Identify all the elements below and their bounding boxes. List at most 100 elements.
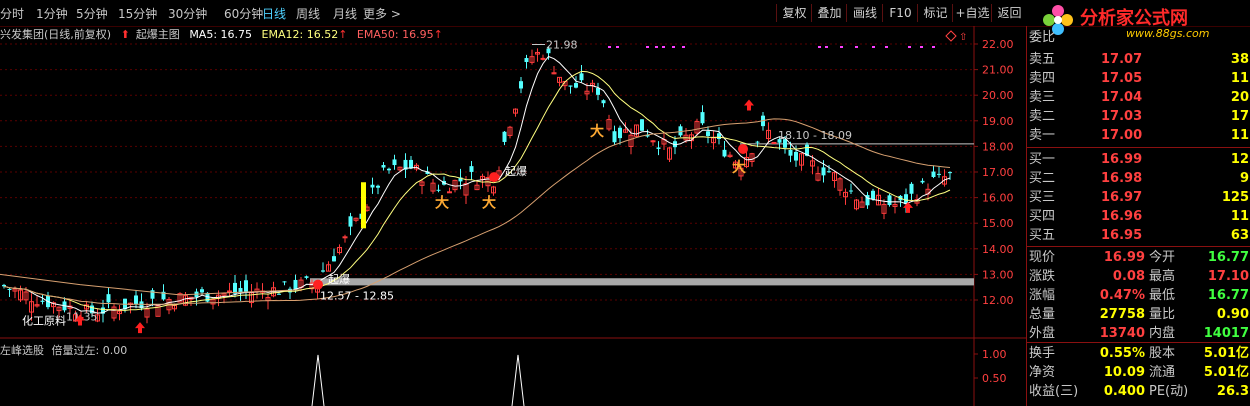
candle-body [948,172,952,174]
tab-2[interactable]: 5分钟 [76,5,108,22]
candle-body [304,276,309,278]
up-arrow-icon [744,99,754,111]
tab-0[interactable]: 分时 [0,5,24,22]
toolbar-button-0[interactable]: 复权 [776,4,812,22]
marker-dot [885,46,888,48]
stat-row: 总量 27758 量比 0.90 [1029,307,1249,322]
toolbar-button-2[interactable]: 画线 [846,4,883,22]
stat-row: 外盘 13740 内盘 14017 [1029,326,1249,341]
candle-body [392,159,397,166]
candle-body [436,189,441,191]
kline-chart[interactable]: 22.00 21.00 20.00 19.00 18.00 17.00 16.00 15.00… [0,26,1026,406]
candle-body [409,159,413,169]
indicator-value: 倍量过左: 0.00 [51,344,128,357]
candle-body [909,183,914,194]
candle-body [106,294,111,303]
toolbar-button-4[interactable]: 标记 [917,4,953,22]
tab-9[interactable]: 更多 > [363,5,401,22]
indicator-spike [311,354,325,406]
candle-body [568,85,573,87]
ask-row: 卖四 17.05 11 [1029,71,1249,86]
candle-body [640,119,644,131]
stat-row: 净资 10.09 流通 5.01亿 [1029,365,1249,380]
marker-dot [840,46,843,48]
tab-8[interactable]: 月线 [333,5,357,22]
divider [1027,246,1250,247]
toolbar-button-1[interactable]: 叠加 [811,4,847,22]
toolbar-button-3[interactable]: F10 [882,4,918,22]
candle-body [447,191,452,194]
candle-body [700,112,705,124]
bid-row: 买二 16.98 9 [1029,171,1249,186]
candle-body [332,256,336,262]
support-label: 12.57 - 12.85 [320,289,394,302]
price-tick-label: 14.00 [982,243,1014,256]
marker-dot [608,46,611,48]
toolbar-button-5[interactable]: +自选 [952,4,992,22]
candle-body [342,236,348,239]
price-tick-label: 16.00 [982,192,1014,205]
price-tick-label: 19.00 [982,115,1014,128]
signal-dot [489,172,499,183]
candle-body [293,279,298,290]
up-arrow-icon: ⬆ [120,28,130,41]
ask-row: 卖一 17.00 11 [1029,128,1249,143]
ask-row: 卖二 17.03 17 [1029,109,1249,124]
candle-body [794,151,798,161]
marker-dot [672,46,675,48]
tab-5[interactable]: 60分钟 [224,5,263,22]
marker-dot [682,46,685,48]
marker-dot [855,46,858,48]
candle-body [540,57,546,60]
up-arrow-icon: ↑ [338,28,348,41]
diamond-icon [945,30,957,42]
candle-body [937,173,941,175]
price-tick-label: 13.00 [982,268,1014,281]
candle-body [244,280,248,292]
marker-dot [908,46,911,48]
runner-icon: 大 [732,159,746,176]
breakout-label: 起爆 [328,272,350,286]
marker-dot [616,46,619,48]
band-line [0,273,301,296]
tab-7[interactable]: 周线 [296,5,320,22]
candle-body [524,58,529,62]
candle-body [469,166,474,172]
indicator-tick-label: 0.50 [982,372,1007,385]
marker-dot [920,46,923,48]
tab-1[interactable]: 1分钟 [36,5,68,22]
candle-body [887,195,892,206]
candle-body [755,141,760,143]
candle-body [579,73,584,81]
stat-row: 涨幅 0.47% 最低 16.77 [1029,288,1249,303]
candle-body [134,295,138,305]
toolbar-button-6[interactable]: 返回 [991,4,1027,22]
candle-body [519,81,523,89]
candle-body [920,180,925,183]
runner-icon: 大 [590,123,604,140]
marker-dot [818,46,821,48]
price-tick-label: 15.00 [982,217,1014,230]
up-arrow-icon: ⇧ [959,32,967,43]
runner-icon: 大 [482,195,496,212]
breakout-bar [361,182,366,229]
tab-6[interactable]: 日线 [262,5,286,22]
price-tick-label: 20.00 [982,89,1014,102]
indicator-name: 左峰选股 [0,344,44,357]
bid-row: 买四 16.96 11 [1029,209,1249,224]
candle-body [596,88,600,95]
formula-name: 起爆主图 [135,28,180,41]
tab-3[interactable]: 15分钟 [118,5,157,22]
tab-4[interactable]: 30分钟 [168,5,207,22]
candle-body [601,100,606,104]
candle-body [321,270,325,272]
runner-icon: 大 [435,195,449,212]
candle-body [2,284,6,287]
indicator-header: 左峰选股 倍量过左: 0.00 [0,342,127,358]
candle-body [821,167,826,176]
candle-body [717,133,721,140]
candle-body [381,165,386,168]
price-tick-label: 12.00 [982,294,1014,307]
candle-body [656,147,661,149]
candle-body [650,140,656,143]
